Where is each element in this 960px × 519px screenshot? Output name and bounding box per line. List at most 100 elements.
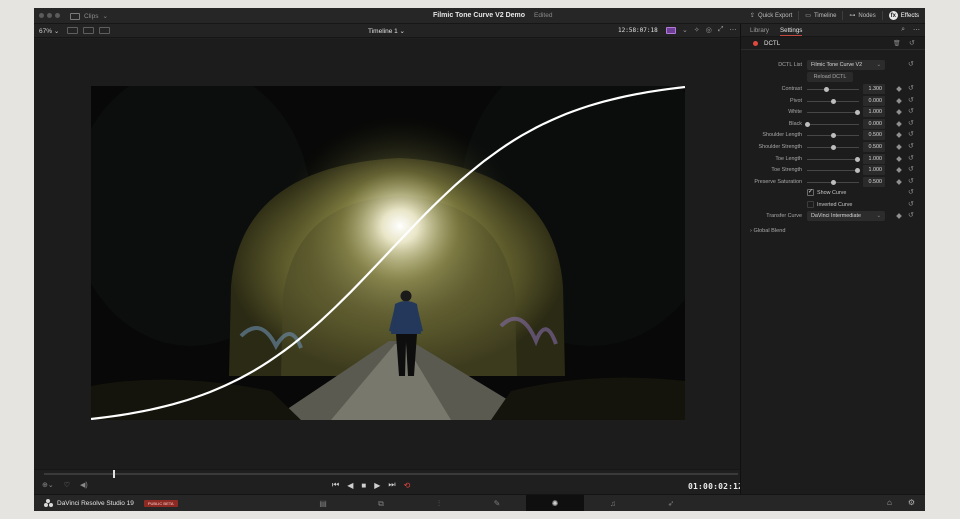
- reset-icon[interactable]: ↺: [908, 154, 914, 162]
- global-blend-section[interactable]: › Global Blend: [750, 228, 785, 234]
- quick-export-button[interactable]: ⇪ Quick Export: [750, 12, 792, 20]
- slider-knob[interactable]: [830, 179, 836, 185]
- keyframe-icon[interactable]: [896, 109, 902, 116]
- heart-icon[interactable]: ♡: [64, 481, 70, 489]
- param-value-field[interactable]: 1.000: [863, 153, 885, 164]
- cinema-viewer-icon[interactable]: [99, 27, 110, 34]
- slider-knob[interactable]: [830, 133, 836, 139]
- play-reverse-icon[interactable]: ◀: [347, 481, 353, 490]
- clips-toggle[interactable]: Clips ⌄: [70, 11, 108, 21]
- effects-toggle-button[interactable]: fx Effects: [888, 11, 919, 20]
- playhead[interactable]: [113, 470, 116, 478]
- volume-icon[interactable]: ◀): [80, 481, 88, 489]
- cut-page-icon[interactable]: ⧉: [352, 495, 410, 511]
- media-page-icon[interactable]: ▤: [294, 495, 352, 511]
- param-slider[interactable]: [807, 179, 859, 185]
- keyframe-icon[interactable]: [896, 144, 902, 150]
- video-frame[interactable]: [91, 86, 685, 420]
- keyframe-icon[interactable]: [896, 213, 902, 219]
- slider-knob[interactable]: [824, 87, 830, 92]
- reset-icon[interactable]: ↺: [908, 130, 914, 138]
- split-viewer-icon[interactable]: [83, 27, 94, 34]
- param-slider[interactable]: [804, 121, 859, 127]
- keyframe-icon[interactable]: [896, 132, 902, 139]
- reset-icon[interactable]: ↺: [908, 96, 914, 104]
- param-value-field[interactable]: 0.500: [863, 176, 885, 187]
- timeline-selector[interactable]: Timeline 1 ⌄: [368, 27, 405, 35]
- param-value-field[interactable]: 1.000: [863, 165, 885, 176]
- reset-icon[interactable]: ↺: [908, 107, 914, 115]
- play-icon[interactable]: ▶: [374, 481, 380, 490]
- fairlight-page-icon[interactable]: ♫: [584, 495, 642, 511]
- param-value-field[interactable]: 0.500: [863, 130, 885, 141]
- keyframe-icon[interactable]: [896, 155, 902, 162]
- highlight-icon[interactable]: ◎: [706, 26, 712, 34]
- param-slider[interactable]: [807, 145, 859, 150]
- loop-icon[interactable]: ⟲: [404, 481, 411, 490]
- window-controls[interactable]: [39, 13, 60, 18]
- param-slider[interactable]: [807, 156, 860, 162]
- settings-gear-icon[interactable]: ⚙: [908, 498, 915, 507]
- keyframe-icon[interactable]: [896, 120, 902, 127]
- slider-knob[interactable]: [854, 156, 860, 162]
- tab-library[interactable]: Library: [750, 27, 769, 34]
- close-dot[interactable]: [39, 13, 44, 18]
- more-options-icon[interactable]: ⋯: [913, 26, 920, 34]
- param-value-field[interactable]: 0.000: [863, 118, 885, 129]
- timeline-toggle-button[interactable]: ▭ Timeline: [805, 12, 836, 20]
- trash-icon[interactable]: 🗑: [893, 40, 901, 47]
- zoom-level[interactable]: 67% ⌄: [39, 27, 59, 35]
- param-value-field[interactable]: 0.000: [863, 95, 885, 106]
- fusion-page-icon[interactable]: ✎: [468, 495, 526, 511]
- monitor-icon[interactable]: [666, 26, 676, 34]
- transfer-curve-dropdown[interactable]: DaVinci Intermediate ⌄: [807, 211, 885, 221]
- effect-header[interactable]: DCTL 🗑 ↺: [741, 37, 925, 50]
- slider-knob[interactable]: [830, 98, 836, 104]
- reload-dctl-button[interactable]: Reload DCTL: [807, 72, 853, 82]
- slider-knob[interactable]: [854, 110, 860, 116]
- minimize-dot[interactable]: [47, 13, 52, 18]
- reset-icon[interactable]: ↺: [909, 39, 915, 47]
- slider-knob[interactable]: [830, 145, 836, 150]
- param-value-field[interactable]: 1.300: [863, 84, 885, 94]
- home-icon[interactable]: ⌂: [887, 498, 892, 507]
- reset-icon[interactable]: ↺: [908, 165, 914, 173]
- reset-icon[interactable]: ↺: [908, 142, 914, 150]
- reset-icon[interactable]: ↺: [908, 211, 914, 219]
- deliver-page-icon[interactable]: ➶: [642, 495, 700, 511]
- param-slider[interactable]: [807, 133, 859, 139]
- go-to-start-icon[interactable]: ⏮: [332, 480, 339, 490]
- param-slider[interactable]: [807, 87, 859, 92]
- show-curve-checkbox[interactable]: ✓: [807, 189, 814, 196]
- param-slider[interactable]: [807, 110, 860, 116]
- stop-icon[interactable]: ■: [361, 481, 366, 490]
- tab-settings[interactable]: Settings: [780, 27, 803, 36]
- slider-knob[interactable]: [804, 121, 810, 127]
- reset-icon[interactable]: ↺: [908, 119, 914, 127]
- wand-icon[interactable]: ✧: [694, 26, 700, 34]
- reset-icon[interactable]: ↺: [908, 177, 914, 185]
- keyframe-icon[interactable]: [896, 86, 902, 92]
- color-page-icon[interactable]: ✺: [526, 495, 584, 511]
- keyframe-icon[interactable]: [896, 178, 902, 185]
- go-to-end-icon[interactable]: ⏭: [388, 480, 395, 490]
- view-options-icon[interactable]: ⊕⌄: [42, 481, 54, 489]
- maximize-dot[interactable]: [55, 13, 60, 18]
- single-viewer-icon[interactable]: [67, 27, 78, 34]
- fullscreen-icon[interactable]: ⤢: [718, 26, 724, 34]
- chevron-down-icon[interactable]: ⌄: [682, 26, 688, 34]
- param-value-field[interactable]: 1.000: [863, 107, 885, 118]
- inverted-curve-checkbox[interactable]: [807, 201, 814, 208]
- nodes-toggle-button[interactable]: ⊶ Nodes: [849, 12, 875, 20]
- search-icon[interactable]: ⌕: [901, 26, 905, 34]
- slider-knob[interactable]: [854, 168, 860, 174]
- reset-icon[interactable]: ↺: [908, 60, 914, 68]
- reset-icon[interactable]: ↺: [908, 84, 914, 92]
- param-slider[interactable]: [807, 98, 859, 104]
- keyframe-icon[interactable]: [896, 167, 902, 174]
- param-slider[interactable]: [807, 168, 860, 174]
- reset-icon[interactable]: ↺: [908, 200, 914, 208]
- timeline-scrubber[interactable]: [44, 473, 738, 475]
- more-options-icon[interactable]: ⋯: [729, 26, 736, 34]
- dctl-list-dropdown[interactable]: Filmic Tone Curve V2 ⌄: [807, 60, 885, 70]
